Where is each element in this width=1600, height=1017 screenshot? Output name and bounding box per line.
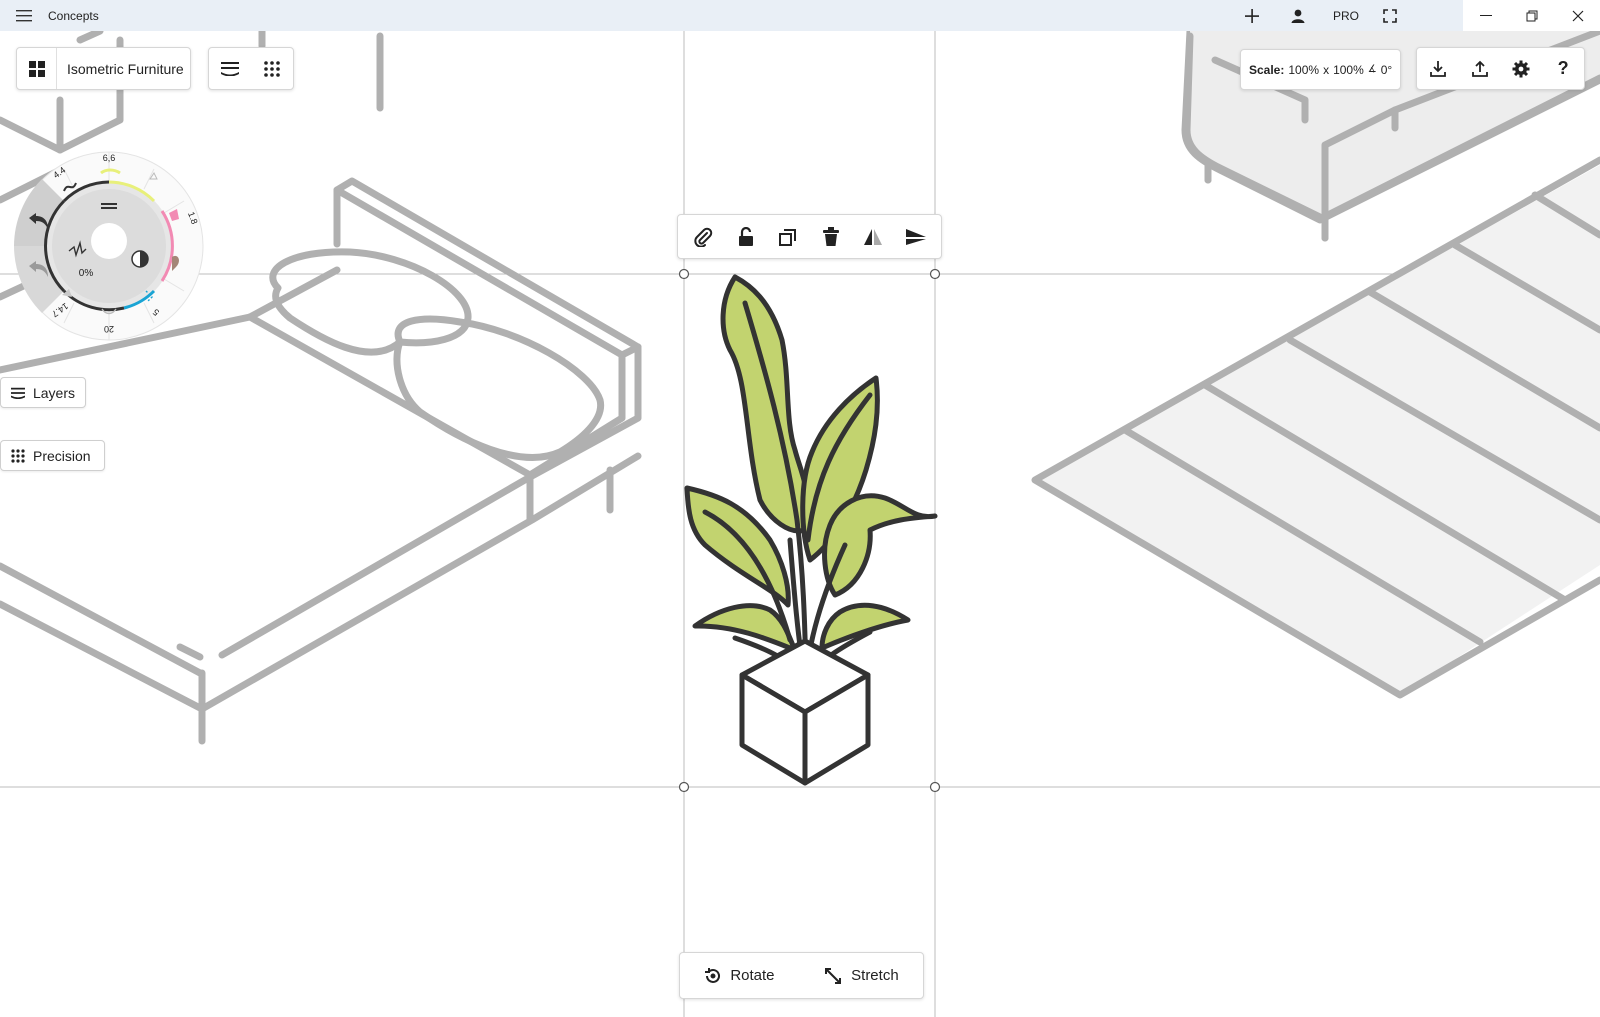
tool-wheel[interactable]: 6,6 4.4 1.8 5 20 14.7 0% xyxy=(14,151,204,341)
gallery-icon[interactable] xyxy=(17,48,57,89)
layers-icon[interactable] xyxy=(210,49,250,89)
layers-button[interactable]: Layers xyxy=(0,377,86,408)
precision-label: Precision xyxy=(33,447,91,464)
restore-button[interactable] xyxy=(1509,0,1555,31)
project-name[interactable]: Isometric Furniture xyxy=(67,61,184,77)
selection-toolbar xyxy=(677,214,942,259)
stretch-icon xyxy=(825,967,842,984)
settings-gear-icon[interactable] xyxy=(1501,49,1541,89)
scale-label: Scale: xyxy=(1249,62,1285,77)
wheel-size-top: 6,6 xyxy=(103,153,116,163)
pro-badge[interactable]: PRO xyxy=(1330,0,1362,31)
wheel-size-bottom: 20 xyxy=(104,324,114,334)
share-export-icon[interactable] xyxy=(1460,49,1500,89)
scale-x-value[interactable]: 100% xyxy=(1288,63,1319,77)
rotate-button[interactable]: Rotate xyxy=(704,967,775,985)
paperclip-icon[interactable] xyxy=(683,217,723,257)
angle-icon: ∡ xyxy=(1367,64,1377,75)
close-button[interactable] xyxy=(1555,0,1600,31)
transform-bar: Rotate Stretch xyxy=(679,952,924,999)
import-icon[interactable] xyxy=(1418,49,1458,89)
layers-stack-icon xyxy=(11,387,25,399)
minimize-button[interactable] xyxy=(1463,0,1509,31)
rotate-label: Rotate xyxy=(730,967,775,984)
stretch-label: Stretch xyxy=(851,967,899,984)
drawing-canvas[interactable]: 6,6 4.4 1.8 5 20 14.7 0% xyxy=(0,31,1600,1017)
duplicate-icon[interactable] xyxy=(768,217,808,257)
app-title: Concepts xyxy=(48,8,99,23)
rotate-icon xyxy=(705,967,721,983)
account-icon[interactable] xyxy=(1286,0,1310,31)
project-panel[interactable]: Isometric Furniture xyxy=(16,47,191,90)
layers-label: Layers xyxy=(32,384,75,401)
align-icon[interactable] xyxy=(896,217,936,257)
precision-grid-icon[interactable] xyxy=(252,49,292,89)
lock-icon[interactable] xyxy=(726,217,766,257)
action-panel: ? xyxy=(1416,47,1585,90)
view-toggles xyxy=(208,47,294,90)
plant-drawing xyxy=(684,274,938,786)
scale-angle[interactable]: 0° xyxy=(1381,63,1392,77)
delete-icon[interactable] xyxy=(811,217,851,257)
scale-panel[interactable]: Scale: 100% x 100% ∡ 0° xyxy=(1240,49,1401,90)
flip-icon[interactable] xyxy=(853,217,893,257)
scale-separator: x xyxy=(1323,62,1330,77)
title-bar: Concepts PRO xyxy=(0,0,1600,31)
hamburger-menu-icon[interactable] xyxy=(12,0,36,31)
scale-y-value[interactable]: 100% xyxy=(1333,63,1364,77)
fullscreen-icon[interactable] xyxy=(1378,0,1402,31)
drawing-scene xyxy=(0,31,1600,1017)
precision-dots-icon xyxy=(11,448,25,463)
new-drawing-icon[interactable] xyxy=(1240,0,1264,31)
help-icon[interactable]: ? xyxy=(1543,49,1583,89)
precision-button[interactable]: Precision xyxy=(0,440,105,471)
stretch-button[interactable]: Stretch xyxy=(823,966,899,986)
wheel-opacity: 0% xyxy=(79,268,94,279)
